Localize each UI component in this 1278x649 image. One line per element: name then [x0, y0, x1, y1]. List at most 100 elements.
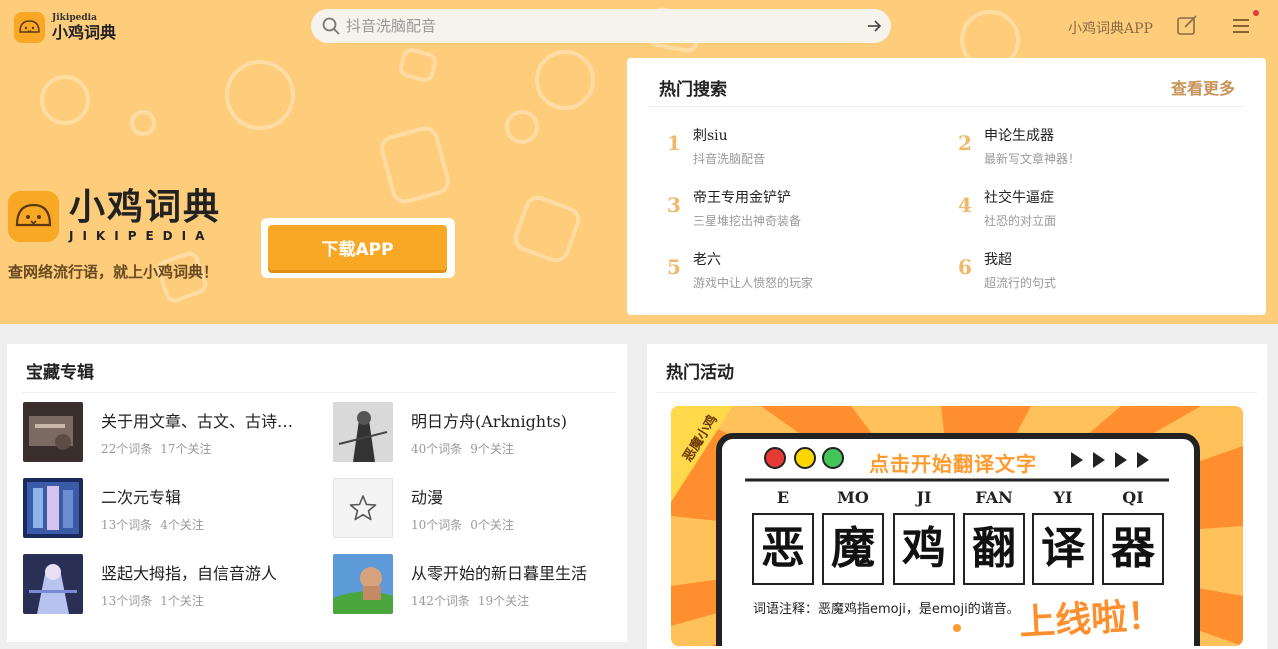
album-thumbnail: [23, 402, 83, 462]
album-item[interactable]: 二次元专辑 13个词条 4个关注: [23, 478, 313, 538]
notification-dot: [1253, 10, 1259, 16]
menu-icon[interactable]: [1232, 17, 1250, 35]
follow-count: 0个关注: [470, 518, 514, 532]
divider: [22, 392, 616, 393]
hot-search-item[interactable]: 2 申论生成器 最新写文章神器！: [958, 125, 1238, 175]
hot-search-item[interactable]: 6 我超 超流行的句式: [958, 249, 1238, 299]
banner-char: 译: [1041, 523, 1085, 574]
hot-word-desc: 超流行的句式: [984, 276, 1057, 290]
album-name: 关于用文章、古文、古诗…: [101, 412, 294, 431]
deco-chick-icon: [535, 50, 595, 110]
search-icon[interactable]: [322, 17, 340, 35]
brand-subtitle: JIKIPEDIA: [69, 229, 214, 243]
hot-search-panel: 热门搜索 查看更多 1 刺siu 抖音洗脑配音 2 申论生成器 最新写文章神器！…: [627, 58, 1266, 315]
app-download-link[interactable]: 小鸡词典APP: [1068, 18, 1153, 38]
logo-title: 小鸡词典: [52, 23, 117, 42]
deco-book-icon: [509, 191, 585, 267]
album-item[interactable]: 从零开始的新日暮里生活 142个词条 19个关注: [333, 554, 623, 614]
star-icon: [333, 478, 393, 538]
hot-word: 刺siu: [693, 128, 728, 144]
activity-banner[interactable]: 恶魔小鸡 点击开始翻译文字 E MO JI FAN YI QI 恶 魔 鸡 翻 …: [671, 406, 1243, 646]
hot-word: 申论生成器: [984, 128, 1054, 144]
hot-word: 社交牛逼症: [984, 190, 1054, 206]
hot-search-item[interactable]: 3 帝王专用金铲铲 三星堆挖出神奇装备: [667, 187, 947, 237]
hot-word-desc: 三星堆挖出神奇装备: [693, 214, 802, 228]
deco-circle-icon: [130, 110, 156, 136]
search-bar[interactable]: [311, 9, 891, 43]
brand-title: 小鸡词典: [69, 187, 222, 228]
album-stats: 13个词条 4个关注: [101, 516, 204, 533]
pinyin: JI: [916, 488, 932, 507]
divider: [657, 392, 1257, 393]
album-stats: 40个词条 9个关注: [411, 440, 514, 457]
banner-char: 恶: [761, 523, 805, 574]
term-count: 22个词条: [101, 442, 153, 456]
hot-search-item[interactable]: 1 刺siu 抖音洗脑配音: [667, 125, 947, 175]
album-item[interactable]: 动漫 10个词条 0个关注: [333, 478, 623, 538]
album-stats: 13个词条 1个关注: [101, 592, 204, 609]
banner-char: 翻: [972, 523, 1016, 574]
hot-word: 帝王专用金铲铲: [693, 190, 791, 206]
album-thumbnail: [23, 478, 83, 538]
rank-number: 4: [958, 193, 972, 217]
follow-count: 4个关注: [160, 518, 204, 532]
album-name: 二次元专辑: [101, 488, 182, 507]
banner-cta: 上线啦！: [1018, 595, 1165, 644]
album-thumbnail: [333, 402, 393, 462]
hot-search-item[interactable]: 4 社交牛逼症 社恐的对立面: [958, 187, 1238, 237]
follow-count: 19个关注: [477, 594, 530, 608]
rank-number: 5: [667, 255, 681, 279]
term-count: 10个词条: [411, 518, 463, 532]
hot-word-desc: 抖音洗脑配音: [693, 152, 766, 166]
pinyin: QI: [1122, 488, 1144, 507]
rank-number: 1: [667, 131, 681, 155]
rank-number: 2: [958, 131, 972, 155]
term-count: 13个词条: [101, 518, 153, 532]
album-name: 明日方舟(Arknights): [411, 412, 567, 431]
hot-word: 老六: [693, 252, 721, 268]
hot-word: 我超: [984, 252, 1012, 268]
banner-note: 词语注释：恶魔鸡指emoji，是emoji的谐音。: [753, 602, 1020, 617]
pinyin: E: [776, 488, 790, 507]
term-count: 142个词条: [411, 594, 470, 608]
chick-logo-icon: [14, 12, 45, 43]
deco-box-icon: [376, 123, 454, 207]
album-stats: 142个词条 19个关注: [411, 592, 529, 609]
albums-title: 宝藏专辑: [26, 363, 94, 383]
follow-count: 9个关注: [470, 442, 514, 456]
albums-panel: 宝藏专辑 关于用文章、古文、古诗… 22个词条 17个关注 明日方舟(Arknig…: [7, 344, 627, 642]
banner-pinyin-row: E MO JI FAN YI QI: [753, 488, 1173, 508]
follow-count: 17个关注: [160, 442, 212, 456]
search-input[interactable]: [346, 9, 856, 43]
banner-char: 魔: [831, 523, 875, 574]
arrow-right-icon[interactable]: [866, 18, 882, 34]
hot-word-desc: 游戏中让人愤怒的玩家: [693, 276, 814, 290]
album-name: 从零开始的新日暮里生活: [411, 564, 588, 583]
hero-brand: 小鸡词典 JIKIPEDIA 查网络流行语，就上小鸡词典！: [8, 190, 221, 282]
divider: [649, 106, 1245, 107]
banner-char: 器: [1111, 523, 1155, 574]
album-item[interactable]: 竖起大拇指，自信音游人 13个词条 1个关注: [23, 554, 313, 614]
album-stats: 10个词条 0个关注: [411, 516, 514, 533]
rank-number: 3: [667, 193, 681, 217]
album-item[interactable]: 明日方舟(Arknights) 40个词条 9个关注: [333, 402, 623, 462]
album-stats: 22个词条 17个关注: [101, 440, 212, 457]
edit-icon[interactable]: [1176, 14, 1198, 36]
hot-search-item[interactable]: 5 老六 游戏中让人愤怒的玩家: [667, 249, 947, 299]
chick-logo-icon: [8, 191, 59, 242]
rank-number: 6: [958, 255, 972, 279]
view-more-link[interactable]: 查看更多: [1171, 75, 1235, 99]
logo-subtitle: Jikipedia: [52, 13, 97, 23]
deco-chick-icon: [225, 60, 295, 130]
deco-bubble-icon: [396, 45, 440, 85]
album-name: 竖起大拇指，自信音游人: [101, 564, 278, 583]
album-item[interactable]: 关于用文章、古文、古诗… 22个词条 17个关注: [23, 402, 313, 462]
activities-title: 热门活动: [666, 363, 734, 383]
logo[interactable]: Jikipedia 小鸡词典: [14, 12, 116, 43]
download-app-button[interactable]: 下载APP: [268, 225, 447, 270]
term-count: 40个词条: [411, 442, 463, 456]
activities-panel: 热门活动 恶魔小鸡 点击开始翻译文字 E MO JI FAN YI QI 恶 魔…: [647, 344, 1267, 649]
term-count: 13个词条: [101, 594, 153, 608]
pinyin: MO: [837, 488, 869, 507]
album-name: 动漫: [411, 488, 444, 507]
